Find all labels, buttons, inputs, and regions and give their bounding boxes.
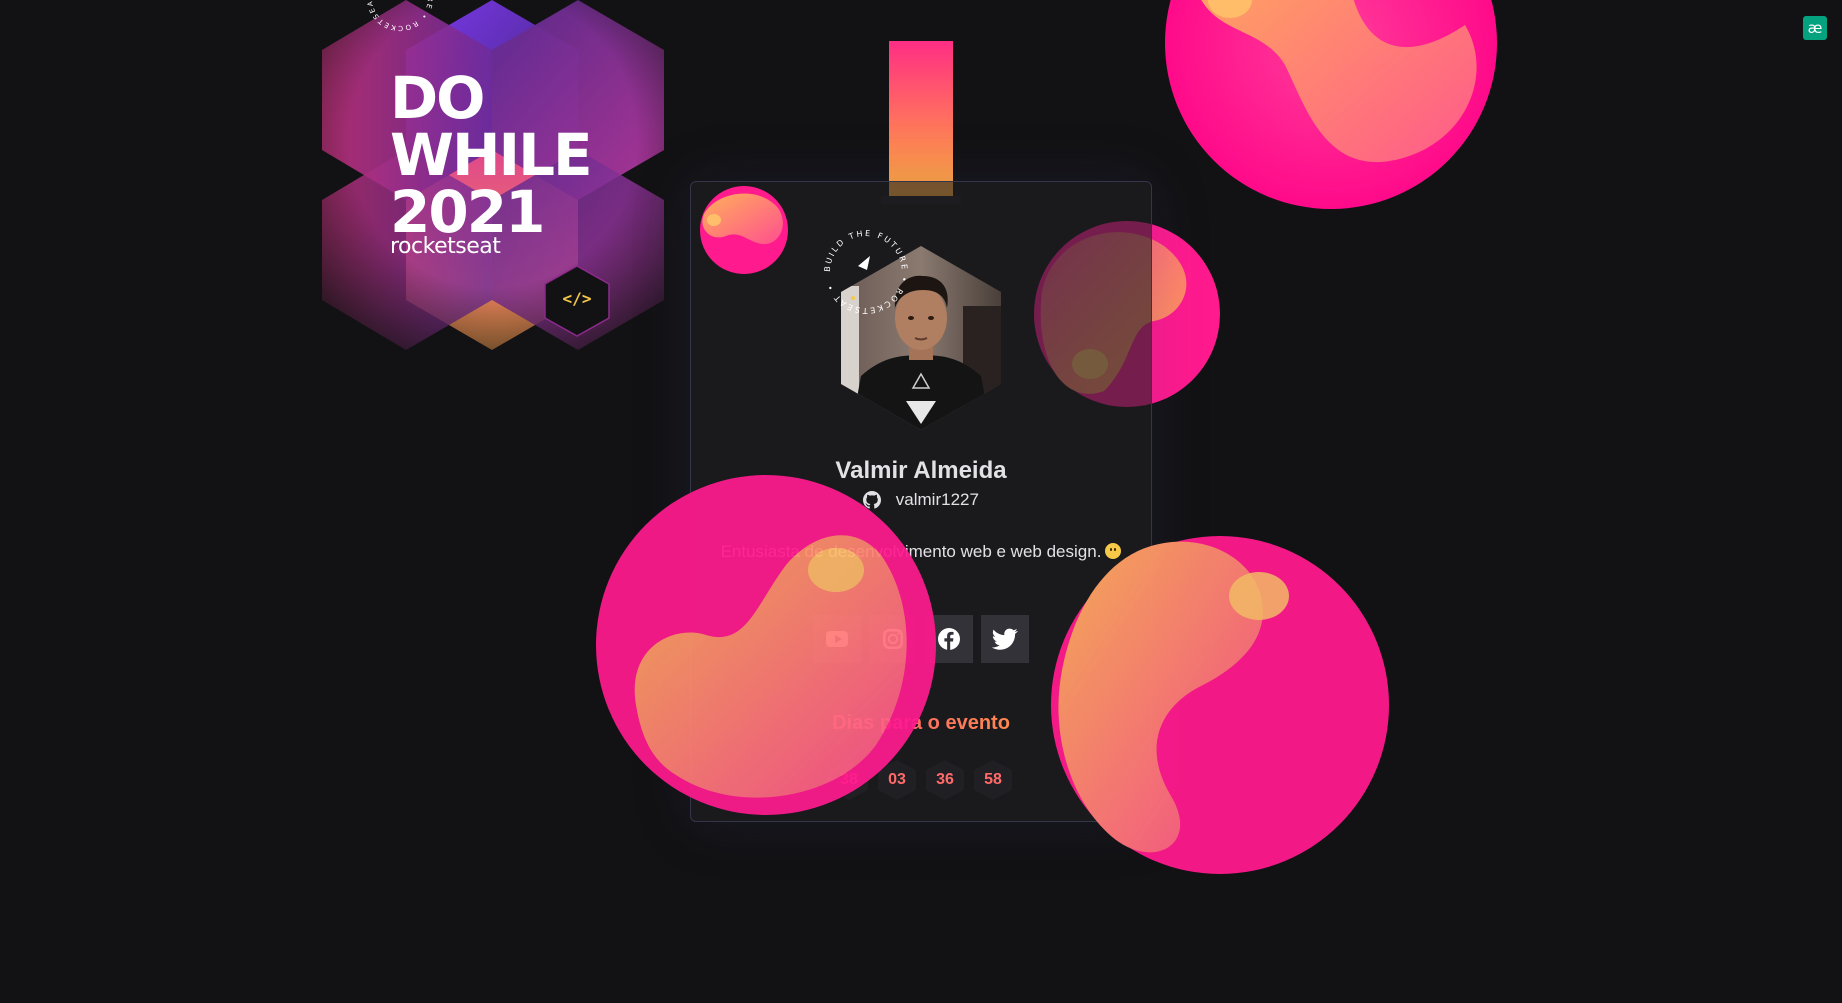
twitter-icon [992,628,1018,650]
page: BUILD THE FUTURE • ROCKETSEAT • DO WHILE… [0,0,1842,1003]
blob-bottom-left [596,475,936,815]
dowhile-hero-logo: BUILD THE FUTURE • ROCKETSEAT • DO WHILE… [322,0,664,350]
rocketseat-brand: rocketseat [390,234,501,259]
svg-text:BUILD THE FUTURE • ROCKETSEAT: BUILD THE FUTURE • ROCKETSEAT • [364,0,434,32]
code-hexagon-badge: </> [544,265,610,337]
svg-text:BUILD THE FUTURE • ROCKETSEAT: BUILD THE FUTURE • ROCKETSEAT • [823,229,909,315]
build-the-future-ring: BUILD THE FUTURE • ROCKETSEAT • [823,229,909,315]
facebook-icon [938,628,960,650]
code-icon: </> [562,289,592,308]
event-title: DO WHILE 2021 [390,64,593,246]
countdown-cell: 58 [972,759,1014,801]
twitter-button[interactable] [981,615,1029,663]
app-corner-badge[interactable]: æ [1803,16,1827,40]
lanyard-strap [889,41,953,199]
avatar: BUILD THE FUTURE • ROCKETSEAT • [820,226,1010,431]
blob-card-top-left [700,186,788,274]
countdown-value: 58 [984,771,1002,788]
build-the-future-ring: BUILD THE FUTURE • ROCKETSEAT • [364,0,434,32]
blob-bottom-right [1051,536,1389,874]
blob-top-right [1165,0,1497,209]
